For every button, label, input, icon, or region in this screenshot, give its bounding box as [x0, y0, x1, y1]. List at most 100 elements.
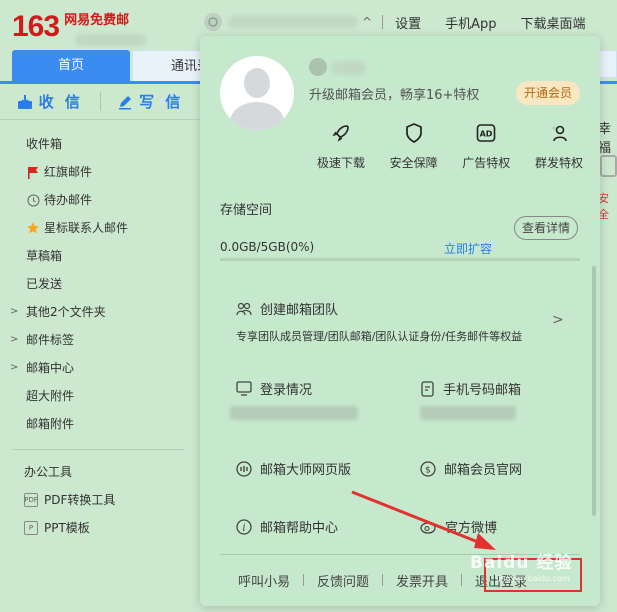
folder-red-flag[interactable]: 红旗邮件 [0, 158, 200, 186]
tool-pdf[interactable]: PDF PDF转换工具 [0, 486, 200, 514]
watermark-sub: jingyan.baidu.com [496, 574, 570, 583]
folder-label: 待办邮件 [44, 193, 93, 207]
upgrade-text: 升级邮箱会员，畅享16+特权 [309, 88, 480, 103]
folder-label: 星标联系人邮件 [44, 221, 129, 235]
pdf-icon: PDF [24, 493, 38, 507]
official-weibo-label: 官方微博 [445, 521, 498, 536]
master-icon [236, 460, 252, 477]
svg-text:AD: AD [480, 130, 493, 139]
feature-label: 群发特权 [534, 156, 583, 170]
clock-icon [26, 193, 40, 207]
folder-large-attachments[interactable]: 超大附件 [0, 382, 200, 410]
tool-label: PDF转换工具 [44, 493, 116, 507]
blurred-account [76, 34, 146, 46]
bottom-divider [382, 574, 384, 586]
tools-title-label: 办公工具 [24, 465, 73, 479]
feature-list: 极速下载 安全保障 AD 广告特权 群发特权 [310, 122, 590, 171]
tools-list: 办公工具 PDF PDF转换工具 P PPT模板 [0, 458, 200, 542]
receive-label: 收 信 [38, 93, 83, 111]
receive-button[interactable]: 收 信 [0, 84, 100, 119]
folder-drafts[interactable]: 草稿箱 [0, 242, 200, 270]
member-site-link[interactable]: $ 邮箱会员官网 [420, 459, 522, 478]
team-title-label: 创建邮箱团队 [260, 303, 339, 318]
phone-mail-link[interactable]: 手机号码邮箱 [420, 379, 521, 398]
member-site-label: 邮箱会员官网 [444, 463, 523, 478]
compose-label: 写 信 [139, 93, 184, 111]
feature-ad-free[interactable]: AD 广告特权 [455, 122, 517, 171]
svg-text:i: i [242, 523, 245, 534]
logo-number: 163 [12, 10, 60, 43]
storage-value: 0.0GB/5GB(0%) [220, 240, 315, 254]
folder-mail-center[interactable]: > 邮箱中心 [0, 354, 200, 382]
chevron-right-icon[interactable]: > [10, 326, 18, 354]
feature-security[interactable]: 安全保障 [383, 122, 445, 171]
feature-fast-download[interactable]: 极速下载 [310, 122, 372, 171]
document-plus-icon [600, 155, 617, 177]
shield-icon [403, 122, 425, 144]
tab-contacts[interactable]: 通讯录 [132, 50, 207, 81]
login-status-link[interactable]: 登录情况 [236, 379, 312, 398]
mobile-app-link[interactable]: 手机App [445, 13, 496, 32]
download-desktop-link[interactable]: 下载桌面端 [520, 13, 585, 32]
popup-scrollbar[interactable] [592, 266, 596, 516]
chevron-right-icon[interactable]: > [10, 298, 18, 326]
action-row: 收 信 写 信 [0, 84, 200, 120]
help-center-link[interactable]: i 邮箱帮助中心 [236, 517, 338, 536]
folder-todo[interactable]: 待办邮件 [0, 186, 200, 214]
blurred-login-info [230, 406, 358, 420]
open-vip-button[interactable]: 开通会员 [516, 81, 580, 105]
folder-inbox[interactable]: 收件箱 [0, 130, 200, 158]
folder-label: 其他2个文件夹 [26, 305, 106, 319]
expand-storage-link[interactable]: 立即扩容 [444, 240, 492, 257]
folder-tags[interactable]: > 邮件标签 [0, 326, 200, 354]
tab-row: 首页 通讯录 [12, 50, 207, 81]
tool-ppt[interactable]: P PPT模板 [0, 514, 200, 542]
chevron-right-icon[interactable]: > [552, 312, 564, 328]
master-web-label: 邮箱大师网页版 [260, 463, 352, 478]
view-details-button[interactable]: 查看详情 [514, 216, 578, 240]
master-web-link[interactable]: 邮箱大师网页版 [236, 459, 351, 478]
chevron-up-icon[interactable]: ^ [362, 15, 372, 29]
tab-partial[interactable] [598, 50, 617, 78]
bottom-divider [303, 574, 305, 586]
folder-starred[interactable]: 星标联系人邮件 [0, 214, 200, 242]
feature-label: 极速下载 [316, 156, 365, 170]
chevron-right-icon[interactable]: > [10, 354, 18, 382]
tools-title: 办公工具 [0, 458, 200, 486]
bottom-divider [461, 574, 463, 586]
folder-label: 红旗邮件 [44, 165, 93, 179]
group-send-icon [548, 122, 570, 144]
account-popup: 升级邮箱会员，畅享16+特权 开通会员 极速下载 安全保障 AD 广告特权 群发… [200, 36, 600, 606]
avatar[interactable] [220, 56, 294, 130]
folder-label: 邮箱附件 [26, 417, 75, 431]
call-assistant-link[interactable]: 呼叫小易 [238, 571, 290, 590]
tab-home[interactable]: 首页 [12, 50, 130, 81]
create-team-row[interactable]: 创建邮箱团队 专享团队成员管理/团队邮箱/团队认证身份/任务邮件等权益 [236, 299, 570, 344]
folder-attachments[interactable]: 邮箱附件 [0, 410, 200, 438]
team-icon [236, 302, 252, 315]
user-badge-icon [309, 58, 327, 76]
folder-other[interactable]: > 其他2个文件夹 [0, 298, 200, 326]
folder-label: 超大附件 [26, 389, 75, 403]
account-badge-icon[interactable] [204, 13, 222, 31]
folder-label: 邮件标签 [26, 333, 75, 347]
folder-label: 邮箱中心 [26, 361, 75, 375]
team-description: 专享团队成员管理/团队邮箱/团队认证身份/任务邮件等权益 [236, 330, 523, 343]
invoice-link[interactable]: 发票开具 [396, 571, 448, 590]
watermark: Baidu 经验 [470, 548, 572, 573]
feature-group-send[interactable]: 群发特权 [528, 122, 590, 171]
help-center-label: 邮箱帮助中心 [260, 521, 339, 536]
settings-link[interactable]: 设置 [395, 13, 421, 32]
feedback-link[interactable]: 反馈问题 [317, 571, 369, 590]
phone-mail-label: 手机号码邮箱 [443, 383, 522, 398]
official-weibo-link[interactable]: 官方微博 [420, 517, 497, 536]
folder-label: 草稿箱 [26, 249, 63, 263]
ad-icon: AD [475, 122, 497, 144]
folder-sent[interactable]: 已发送 [0, 270, 200, 298]
top-nav: ^ 设置 手机App 下载桌面端 [200, 8, 617, 36]
blurred-email [228, 16, 358, 28]
compose-button[interactable]: 写 信 [101, 84, 201, 119]
folder-label: 已发送 [26, 277, 63, 291]
star-icon [26, 221, 40, 235]
inbox-download-icon [17, 94, 32, 109]
